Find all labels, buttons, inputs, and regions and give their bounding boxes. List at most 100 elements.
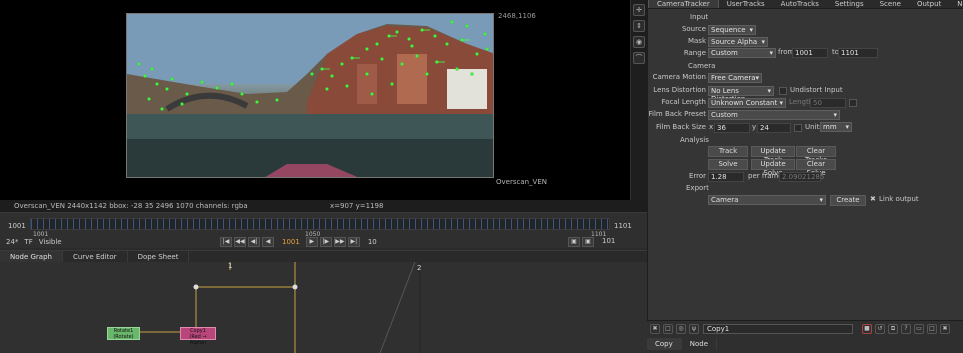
node-name-field[interactable]: Copy1 — [703, 324, 853, 334]
film-back-preset-label: Film Back Preset — [648, 110, 707, 118]
help-icon[interactable]: ? — [901, 324, 911, 334]
tab-node-bottom[interactable]: Node — [682, 338, 718, 350]
tab-autotracks[interactable]: AutoTracks — [773, 0, 827, 8]
range-dropdown[interactable]: Custom — [708, 48, 776, 58]
lasso-icon[interactable]: ⌒ — [633, 52, 645, 64]
frame-step[interactable]: 10 — [368, 238, 377, 246]
tab-cameratracker[interactable]: CameraTracker — [648, 0, 719, 8]
lock-icon[interactable]: ◎ — [676, 324, 686, 334]
error-label: Error — [688, 172, 706, 180]
link-output-check-icon[interactable]: ✖ — [870, 195, 876, 203]
close-icon[interactable]: ✖ — [940, 324, 950, 334]
analysis-header: Analysis — [680, 136, 709, 144]
properties-panel: CameraTracker UserTracks AutoTracks Sett… — [647, 0, 963, 320]
bounce-icon[interactable]: ▣ — [582, 237, 594, 247]
tab-dope-sheet[interactable]: Dope Sheet — [128, 251, 190, 262]
minimize-icon[interactable]: ▭ — [914, 324, 924, 334]
timeline-track[interactable]: 1001 1050 1101 — [30, 218, 610, 238]
lens-distortion-dropdown[interactable]: No Lens Distortion — [708, 86, 774, 103]
tf-select[interactable]: TF — [24, 238, 32, 246]
crosshair-icon[interactable]: ✛ — [633, 4, 645, 16]
cursor-position: x=907 y=1198 — [330, 202, 384, 210]
error-field[interactable]: 1.28 — [708, 172, 744, 182]
film-back-preset-dropdown[interactable]: Custom — [708, 110, 840, 120]
camera-header: Camera — [688, 62, 716, 70]
visible-select[interactable]: Visible — [39, 238, 62, 246]
tab-scene[interactable]: Scene — [872, 0, 909, 8]
copy-icon[interactable]: ⧉ — [888, 324, 898, 334]
image-info: Overscan_VEN 2440x1142 bbox: -28 35 2496… — [14, 202, 248, 210]
graph-marker-2: 2 — [417, 264, 422, 272]
edit-icon[interactable]: ψ — [689, 324, 699, 334]
close-panel-icon[interactable]: ✖ — [650, 324, 660, 334]
target-icon[interactable]: ◉ — [633, 36, 645, 48]
from-field[interactable]: 1001 — [792, 48, 828, 58]
film-back-size-label: Film Back Size — [655, 123, 706, 131]
node-graph-canvas[interactable]: 1 2 Rotate1 (Rotate) Copy1 (Red → Alpha) — [0, 262, 647, 353]
next-frame-button[interactable]: |▶ — [319, 237, 332, 247]
film-back-y-field[interactable]: 24 — [757, 123, 791, 133]
node-connections — [140, 262, 421, 353]
viewer[interactable]: 2468,1106 Overscan_VEN — [0, 0, 630, 200]
bbox-coord-label: 2468,1106 — [498, 12, 536, 20]
create-button[interactable]: Create — [830, 195, 866, 206]
tab-settings[interactable]: Settings — [827, 0, 872, 8]
y-label: y — [752, 123, 757, 131]
node-subtabs: Copy Node — [647, 338, 718, 350]
timeline: 1001 1001 1050 1101 1101 24* TF Visible … — [0, 212, 647, 248]
copy-node[interactable]: Copy1 (Red → Alpha) — [180, 327, 216, 346]
solve-button[interactable]: Solve — [708, 159, 748, 170]
move-icon[interactable]: ⇕ — [633, 20, 645, 32]
tab-usertracks[interactable]: UserTracks — [719, 0, 773, 8]
export-header: Export — [686, 184, 709, 192]
x-label: x — [709, 123, 714, 131]
format-label: Overscan_VEN — [496, 178, 548, 186]
length-anim-icon[interactable] — [849, 99, 857, 107]
first-frame-button[interactable]: |◀ — [220, 237, 232, 247]
export-dropdown[interactable]: Camera — [708, 195, 826, 205]
undistort-checkbox[interactable] — [779, 87, 787, 95]
play-forward-button[interactable]: ▶ — [305, 237, 318, 247]
graph-marker-1: 1 — [228, 262, 233, 270]
float-icon[interactable]: □ — [663, 324, 673, 334]
tab-output[interactable]: Output — [909, 0, 949, 8]
fps-select[interactable]: 24* — [6, 238, 18, 246]
size-anim-icon[interactable] — [794, 124, 802, 132]
color-swatch-icon[interactable]: ■ — [862, 324, 872, 334]
tab-node[interactable]: Node — [949, 0, 963, 8]
rotate-node[interactable]: Rotate1 (Rotate) — [107, 327, 140, 340]
next-keyframe-button[interactable]: ▶▶ — [333, 237, 346, 247]
revert-icon[interactable]: ↺ — [875, 324, 885, 334]
units-dropdown[interactable]: mm — [820, 122, 852, 132]
prev-keyframe-button[interactable]: ◀◀ — [234, 237, 246, 247]
play-backward-button[interactable]: ◀ — [262, 237, 274, 247]
track-button[interactable]: Track — [708, 146, 748, 157]
focal-length-dropdown[interactable]: Unknown Constant — [708, 98, 786, 108]
maximize-icon[interactable]: □ — [927, 324, 937, 334]
tab-node-graph[interactable]: Node Graph — [0, 251, 63, 262]
source-dropdown[interactable]: Sequence — [708, 25, 756, 35]
venice-canal-image — [127, 14, 493, 177]
tab-curve-editor[interactable]: Curve Editor — [63, 251, 128, 262]
to-field[interactable]: 1101 — [838, 48, 878, 58]
mask-dropdown[interactable]: Source Alpha — [708, 37, 768, 47]
viewer-info-bar: Overscan_VEN 2440x1142 bbox: -28 35 2496… — [0, 200, 647, 212]
update-track-button[interactable]: Update Track — [751, 146, 795, 164]
current-frame-field[interactable]: 1001 — [282, 238, 300, 246]
last-frame-button[interactable]: ▶| — [347, 237, 360, 247]
tab-copy[interactable]: Copy — [647, 338, 682, 350]
length-field[interactable]: 50 — [810, 98, 846, 108]
film-back-x-field[interactable]: 36 — [714, 123, 750, 133]
lens-distortion-label: Lens Distortion — [653, 86, 706, 94]
per-frame-field[interactable]: 2.09021285 — [779, 172, 824, 182]
update-solve-button[interactable]: Update Solve — [751, 159, 795, 177]
loop-icon[interactable]: ▣ — [568, 237, 580, 247]
clear-tracks-button[interactable]: Clear Tracks — [796, 146, 836, 164]
link-output-label: Link output — [879, 195, 919, 203]
panel-tabs: CameraTracker UserTracks AutoTracks Sett… — [648, 0, 963, 9]
camera-motion-dropdown[interactable]: Free Camera — [708, 73, 762, 83]
input-header: Input — [690, 13, 709, 21]
prev-frame-button[interactable]: ◀| — [248, 237, 260, 247]
viewer-image[interactable] — [126, 13, 494, 178]
clear-solve-button[interactable]: Clear Solve — [796, 159, 836, 177]
